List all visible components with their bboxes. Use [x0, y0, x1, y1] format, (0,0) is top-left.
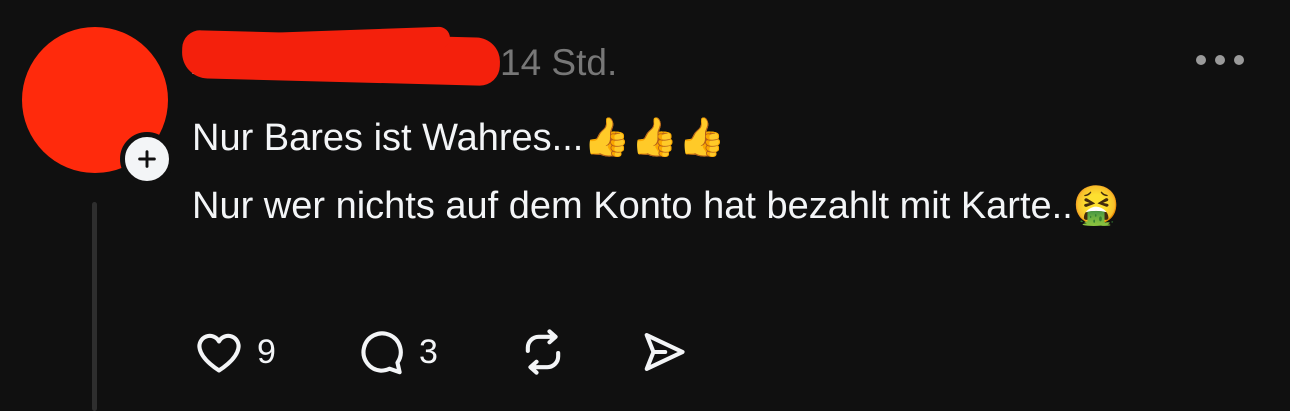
- repost-button[interactable]: [517, 326, 637, 378]
- post-body: Nur Bares ist Wahres...👍👍👍 Nur wer nicht…: [192, 104, 1252, 240]
- thread-line: [92, 202, 97, 411]
- action-bar: 9 3: [193, 324, 689, 380]
- more-options-button[interactable]: [1196, 46, 1244, 74]
- reply-count: 3: [419, 332, 438, 371]
- post-timestamp: 14 Std.: [500, 42, 618, 83]
- repost-icon: [525, 329, 561, 375]
- reply-button[interactable]: 3: [355, 326, 517, 378]
- like-count: 9: [257, 332, 276, 371]
- post-text-line: Nur wer nichts auf dem Konto hat bezahlt…: [192, 185, 1121, 227]
- follow-button[interactable]: [120, 132, 174, 186]
- like-button[interactable]: 9: [193, 326, 355, 378]
- post-text-line: Nur Bares ist Wahres...👍👍👍: [192, 117, 726, 159]
- more-horizontal-icon: [1196, 55, 1206, 65]
- share-button[interactable]: [637, 326, 689, 378]
- comment-bubble-icon: [361, 331, 403, 375]
- send-icon: [644, 333, 685, 371]
- heart-icon: [197, 333, 241, 373]
- plus-icon: [138, 150, 156, 168]
